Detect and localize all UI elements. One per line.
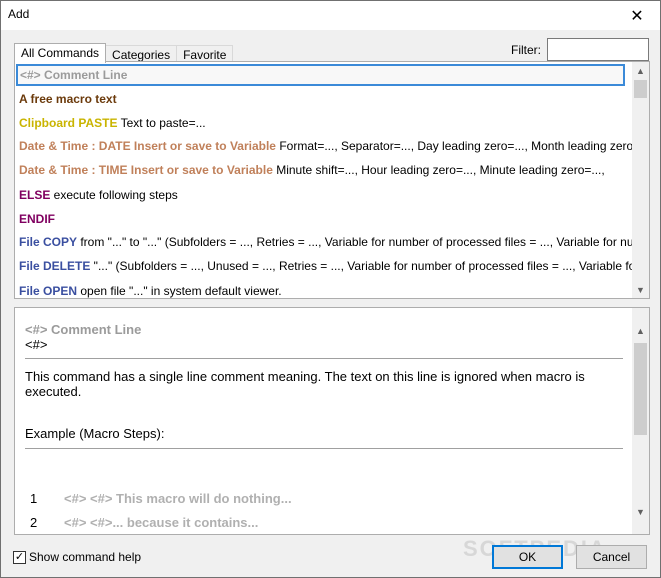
tab-strip: All Commands Categories Favorite: [14, 43, 234, 63]
list-item-else[interactable]: ELSE execute following steps: [19, 184, 178, 206]
command-name: File COPY: [19, 235, 78, 249]
command-name: ELSE: [19, 188, 51, 202]
list-item-file-open[interactable]: File OPEN open file "..." in system defa…: [19, 280, 282, 298]
command-name: <#> Comment Line: [20, 68, 128, 82]
command-params: Text to paste=...: [117, 116, 206, 130]
step-number: 1: [30, 491, 38, 506]
example-heading: Example (Macro Steps):: [25, 426, 165, 441]
scroll-down-arrow-icon[interactable]: ▼: [632, 503, 649, 520]
command-params: open file "..." in system default viewer…: [77, 284, 282, 298]
list-item-time-insert[interactable]: Date & Time : TIME Insert or save to Var…: [19, 159, 605, 181]
show-help-toggle[interactable]: ✓ Show command help: [13, 550, 141, 564]
command-params: Format=..., Separator=..., Day leading z…: [275, 139, 634, 153]
command-help-panel: <#> Comment Line <#> This command has a …: [14, 307, 650, 535]
help-syntax: <#>: [25, 337, 48, 352]
scroll-up-arrow-icon[interactable]: ▲: [632, 322, 649, 339]
help-title: <#> Comment Line: [25, 322, 142, 337]
title-bar: Add ✕: [1, 1, 660, 30]
tab-all-commands[interactable]: All Commands: [14, 43, 107, 63]
list-item-file-copy[interactable]: File COPY from "..." to "..." (Subfolder…: [19, 231, 650, 253]
list-scrollbar[interactable]: ▲ ▼: [632, 62, 649, 298]
command-params: execute following steps: [50, 188, 178, 202]
scrollbar-thumb[interactable]: [634, 80, 647, 98]
filter-label: Filter:: [511, 43, 541, 57]
command-params: "..." (Subfolders = ..., Unused = ..., R…: [90, 259, 640, 273]
list-item-comment-line[interactable]: <#> Comment Line: [16, 64, 625, 86]
list-item-date-insert[interactable]: Date & Time : DATE Insert or save to Var…: [19, 135, 633, 157]
cancel-button[interactable]: Cancel: [576, 545, 647, 569]
help-description: This command has a single line comment m…: [25, 369, 585, 399]
step-text: <#> <#> This macro will do nothing...: [64, 491, 292, 506]
divider: [25, 358, 623, 359]
divider: [25, 448, 623, 449]
scrollbar-thumb[interactable]: [634, 343, 647, 435]
scroll-down-arrow-icon[interactable]: ▼: [632, 281, 649, 298]
step-text: <#> <#>... because it contains...: [64, 515, 259, 530]
command-list[interactable]: <#> Comment Line A free macro text Clipb…: [14, 61, 650, 299]
step-number: 2: [30, 515, 38, 530]
list-item-file-delete[interactable]: File DELETE "..." (Subfolders = ..., Unu…: [19, 255, 639, 277]
command-name: Date & Time : DATE Insert or save to Var…: [19, 139, 276, 153]
command-params: Minute shift=..., Hour leading zero=...,…: [272, 163, 605, 177]
close-icon[interactable]: ✕: [614, 1, 660, 30]
filter-input[interactable]: [547, 38, 649, 61]
command-name: File OPEN: [19, 284, 78, 298]
example-step: 2 <#> <#>... because it contains...: [30, 515, 258, 530]
help-scrollbar[interactable]: ▲ ▼: [632, 308, 649, 534]
command-name: Clipboard PASTE: [19, 116, 118, 130]
command-name: A free macro text: [19, 92, 117, 106]
example-step: 1 <#> <#> This macro will do nothing...: [30, 491, 292, 506]
checkbox-checked-icon[interactable]: ✓: [13, 550, 26, 564]
command-name: ENDIF: [19, 212, 55, 226]
scroll-up-arrow-icon[interactable]: ▲: [632, 62, 649, 79]
add-dialog: Add ✕ All Commands Categories Favorite F…: [0, 0, 661, 578]
list-item-endif[interactable]: ENDIF: [19, 208, 55, 230]
ok-button[interactable]: OK: [492, 545, 563, 569]
show-help-label: Show command help: [29, 550, 142, 564]
command-params: from "..." to "..." (Subfolders = ..., R…: [77, 235, 650, 249]
command-name: File DELETE: [19, 259, 91, 273]
list-item-clipboard-paste[interactable]: Clipboard PASTE Text to paste=...: [19, 112, 206, 134]
help-content: <#> Comment Line <#> This command has a …: [25, 322, 623, 449]
list-item-free-macro-text[interactable]: A free macro text: [19, 88, 117, 110]
command-name: Date & Time : TIME Insert or save to Var…: [19, 163, 273, 177]
window-title: Add: [8, 7, 30, 21]
